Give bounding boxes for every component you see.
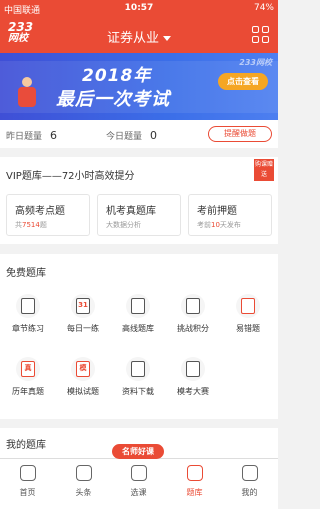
materials-download-item[interactable]: 资料下载 <box>113 357 163 407</box>
app-header: 233 网校 证券从业 <box>0 17 278 53</box>
free-title: 免费题库 <box>6 268 46 279</box>
notebook-icon <box>126 294 150 318</box>
stats-row: 昨日题量 6 今日题量 0 提醒做题 <box>0 120 278 148</box>
banner-watermark: 233网校 <box>239 58 272 67</box>
promo-banner[interactable]: 2018年 最后一次考试 点击查看 233网校 <box>0 53 278 120</box>
grid-menu-icon[interactable] <box>252 26 270 44</box>
status-bar: 中国联通 10:57 74% <box>0 0 278 17</box>
mock-exam-icon: 模 <box>71 357 95 381</box>
banner-view-button[interactable]: 点击查看 <box>218 73 268 90</box>
courses-icon <box>131 465 147 481</box>
free-question-bank: 免费题库 章节练习 31 每日一练 高线题库 挑战积分 易错题 真历年真题 模模拟… <box>0 254 278 419</box>
bottom-tab-bar: 首页 头条 选课 题库 我的 <box>0 458 278 509</box>
tab-profile[interactable]: 我的 <box>222 459 277 509</box>
tab-headlines[interactable]: 头条 <box>56 459 111 509</box>
trophy-icon <box>181 357 205 381</box>
caret-down-icon <box>163 36 171 41</box>
calendar-icon: 31 <box>71 294 95 318</box>
banner-year: 2018年 <box>82 66 152 86</box>
vip-title: VIP题库——72小时高效提分 <box>6 171 135 182</box>
profile-icon <box>242 465 258 481</box>
vip-section: VIP题库——72小时高效提分 购课赠送 高频考点题 共7514题 机考真题库 … <box>0 157 278 244</box>
mine-title: 我的题库 <box>6 440 46 451</box>
person-illustration <box>12 77 42 113</box>
document-icon <box>16 294 40 318</box>
headlines-icon <box>76 465 92 481</box>
medal-icon <box>181 294 205 318</box>
vip-tag: 购课赠送 <box>254 159 274 181</box>
error-questions-item[interactable]: 易错题 <box>223 294 273 344</box>
past-exams-item[interactable]: 真历年真题 <box>3 357 53 407</box>
yesterday-stat: 昨日题量 6 <box>6 129 58 142</box>
mock-contest-item[interactable]: 模考大赛 <box>168 357 218 407</box>
challenge-points-item[interactable]: 挑战积分 <box>168 294 218 344</box>
remind-button[interactable]: 提醒做题 <box>208 126 272 142</box>
tab-home[interactable]: 首页 <box>0 459 55 509</box>
offline-bank-item[interactable]: 高线题库 <box>113 294 163 344</box>
pencil-icon <box>187 465 203 481</box>
daily-practice-item[interactable]: 31 每日一练 <box>58 294 108 344</box>
vip-card[interactable]: 机考真题库 大数据分析 <box>97 194 181 236</box>
past-exam-icon: 真 <box>16 357 40 381</box>
home-icon <box>20 465 36 481</box>
battery-level: 74% <box>253 3 274 13</box>
clock: 10:57 <box>124 3 154 13</box>
alarm-icon <box>236 294 260 318</box>
download-icon <box>126 357 150 381</box>
vip-card[interactable]: 考前押题 考前10天发布 <box>188 194 272 236</box>
promo-badge[interactable]: 名师好课 <box>112 444 164 459</box>
today-stat: 今日题量 0 <box>106 129 158 142</box>
exam-name: 证券从业 <box>106 31 159 46</box>
tab-question-bank[interactable]: 题库 <box>167 459 222 509</box>
exam-selector[interactable]: 证券从业 <box>0 27 278 46</box>
mock-exams-item[interactable]: 模模拟试题 <box>58 357 108 407</box>
chapter-practice-item[interactable]: 章节练习 <box>3 294 53 344</box>
vip-card[interactable]: 高频考点题 共7514题 <box>6 194 90 236</box>
tab-courses[interactable]: 选课 <box>111 459 166 509</box>
banner-headline: 最后一次考试 <box>56 89 170 110</box>
